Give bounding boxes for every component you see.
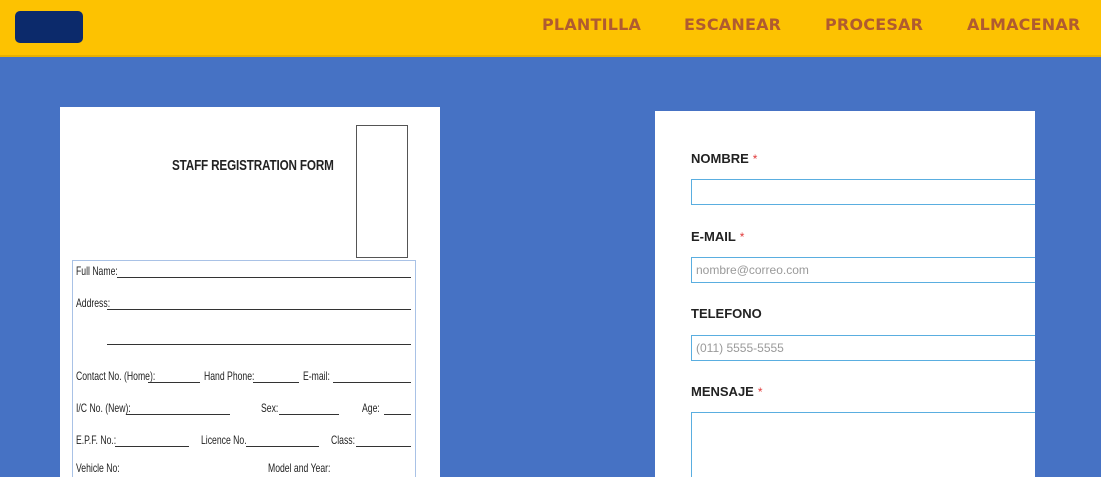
- nav-item-procesar[interactable]: PROCESAR: [825, 15, 923, 34]
- nav-item-plantilla[interactable]: PLANTILLA: [542, 15, 641, 34]
- paper-field-hand-phone: Hand Phone:: [204, 369, 255, 383]
- paper-field-sex: Sex:: [261, 401, 279, 415]
- paper-form-title: STAFF REGISTRATION FORM: [172, 157, 334, 174]
- telefono-label: TELEFONO: [691, 306, 762, 321]
- required-mark: *: [752, 152, 758, 166]
- paper-form-image: STAFF REGISTRATION FORM Full Name: Addre…: [60, 107, 440, 477]
- underline: [333, 382, 411, 383]
- paper-field-licence-no: Licence No.: [201, 433, 247, 447]
- paper-field-epf-no: E.P.F. No.:: [76, 433, 117, 447]
- required-mark: *: [739, 230, 745, 244]
- underline: [107, 344, 411, 345]
- mensaje-textarea[interactable]: [691, 412, 1035, 477]
- paper-field-ic-no: I/C No. (New):: [76, 401, 131, 415]
- web-form: NOMBRE* E-MAIL* TELEFONO MENSAJE*: [655, 111, 1035, 477]
- telefono-input[interactable]: [691, 335, 1035, 361]
- required-mark: *: [757, 385, 763, 399]
- underline: [279, 414, 339, 415]
- paper-field-full-name: Full Name:: [76, 264, 118, 278]
- email-label: E-MAIL *: [691, 229, 744, 244]
- underline: [148, 382, 200, 383]
- paper-field-class: Class:: [331, 433, 356, 447]
- nav-item-almacenar[interactable]: ALMACENAR: [967, 15, 1080, 34]
- mensaje-label-text: MENSAJE: [691, 384, 754, 399]
- paper-field-address: Address:: [76, 296, 111, 310]
- underline: [356, 446, 411, 447]
- nombre-label: NOMBRE *: [691, 151, 757, 166]
- paper-field-vehicle-no: Vehicle No:: [76, 461, 120, 475]
- paper-field-age: Age:: [362, 401, 380, 415]
- underline: [115, 446, 189, 447]
- paper-field-model-year: Model and Year:: [268, 461, 331, 475]
- email-label-text: E-MAIL: [691, 229, 736, 244]
- nav-item-escanear[interactable]: ESCANEAR: [684, 15, 781, 34]
- underline: [107, 309, 411, 310]
- underline: [246, 446, 319, 447]
- underline: [117, 277, 411, 278]
- telefono-label-text: TELEFONO: [691, 306, 762, 321]
- underline: [253, 382, 299, 383]
- paper-field-contact-home: Contact No. (Home):: [76, 369, 156, 383]
- photo-box: [356, 125, 408, 258]
- underline: [384, 414, 411, 415]
- logo[interactable]: [15, 11, 83, 43]
- nombre-label-text: NOMBRE: [691, 151, 749, 166]
- underline: [126, 414, 230, 415]
- paper-fields-box: Full Name: Address: Contact No. (Home): …: [72, 260, 416, 477]
- header-bar: PLANTILLA ESCANEAR PROCESAR ALMACENAR: [0, 0, 1101, 57]
- mensaje-label: MENSAJE *: [691, 384, 763, 399]
- paper-field-email: E-mail:: [303, 369, 330, 383]
- nombre-input[interactable]: [691, 179, 1035, 205]
- email-input[interactable]: [691, 257, 1035, 283]
